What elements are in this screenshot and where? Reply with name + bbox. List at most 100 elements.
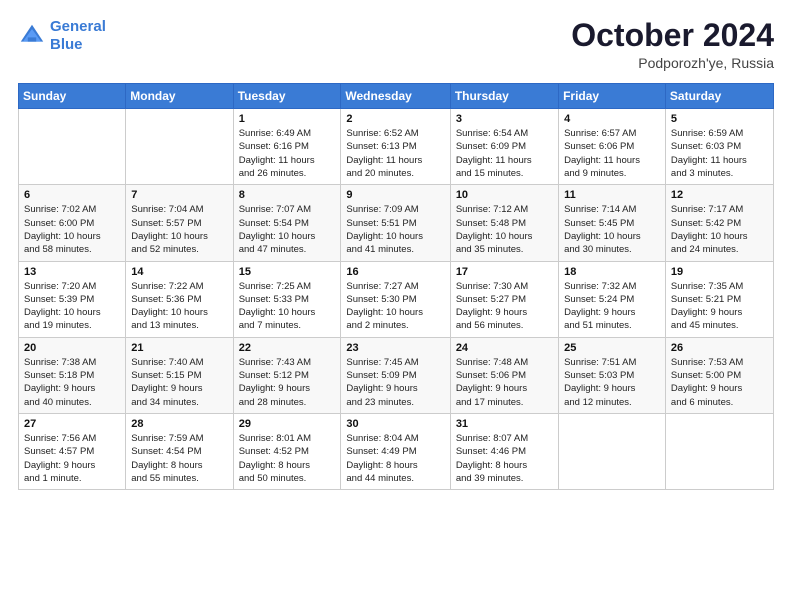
cell-daylight-text: Sunrise: 7:25 AM Sunset: 5:33 PM Dayligh… — [239, 280, 336, 333]
calendar-cell: 8Sunrise: 7:07 AM Sunset: 5:54 PM Daylig… — [233, 185, 341, 261]
cell-daylight-text: Sunrise: 7:12 AM Sunset: 5:48 PM Dayligh… — [456, 203, 553, 256]
calendar-week-row: 6 Sunrise: 7:02 AM Sunset: 6:00 PM Daylig… — [19, 185, 774, 261]
day-number: 25 — [564, 342, 660, 354]
month-title: October 2024 — [571, 18, 774, 53]
day-number: 27 — [24, 418, 120, 430]
calendar-cell: 7Sunrise: 7:04 AM Sunset: 5:57 PM Daylig… — [126, 185, 233, 261]
cell-daylight-text: Sunrise: 7:53 AM Sunset: 5:00 PM Dayligh… — [671, 356, 768, 409]
calendar-cell: 22 Sunrise: 7:43 AM Sunset: 5:12 PM Dayli… — [233, 337, 341, 413]
cell-daylight-text: Sunrise: 7:30 AM Sunset: 5:27 PM Dayligh… — [456, 280, 553, 333]
calendar-cell: 31 Sunrise: 8:07 AM Sunset: 4:46 PM Dayli… — [450, 413, 558, 489]
day-number: 28 — [131, 418, 227, 430]
calendar-header-sunday: Sunday — [19, 84, 126, 109]
day-number: 20 — [24, 342, 120, 354]
calendar-cell: 5Sunrise: 6:59 AM Sunset: 6:03 PM Daylig… — [665, 109, 773, 185]
header: General Blue October 2024 Podporozh'ye, … — [18, 18, 774, 71]
cell-daylight-text: Sunrise: 6:57 AM Sunset: 6:06 PM Dayligh… — [564, 127, 660, 180]
day-number: 8 — [239, 189, 336, 201]
calendar-cell: 9 Sunrise: 7:09 AM Sunset: 5:51 PM Daylig… — [341, 185, 450, 261]
calendar-cell — [19, 109, 126, 185]
calendar-cell: 23 Sunrise: 7:45 AM Sunset: 5:09 PM Dayli… — [341, 337, 450, 413]
page: General Blue October 2024 Podporozh'ye, … — [0, 0, 792, 612]
day-number: 5 — [671, 113, 768, 125]
day-number: 21 — [131, 342, 227, 354]
day-number: 6 — [24, 189, 120, 201]
calendar-cell: 11 Sunrise: 7:14 AM Sunset: 5:45 PM Dayli… — [559, 185, 666, 261]
cell-daylight-text: Sunrise: 7:09 AM Sunset: 5:51 PM Dayligh… — [346, 203, 444, 256]
day-number: 26 — [671, 342, 768, 354]
calendar-cell — [126, 109, 233, 185]
day-number: 15 — [239, 266, 336, 278]
logo-text: General Blue — [50, 18, 106, 54]
cell-daylight-text: Sunrise: 7:14 AM Sunset: 5:45 PM Dayligh… — [564, 203, 660, 256]
cell-daylight-text: Sunrise: 7:56 AM Sunset: 4:57 PM Dayligh… — [24, 432, 120, 485]
calendar-week-row: 13 Sunrise: 7:20 AM Sunset: 5:39 PM Dayli… — [19, 261, 774, 337]
logo-line2: Blue — [50, 36, 83, 53]
calendar-week-row: 27 Sunrise: 7:56 AM Sunset: 4:57 PM Dayli… — [19, 413, 774, 489]
cell-daylight-text: Sunrise: 7:32 AM Sunset: 5:24 PM Dayligh… — [564, 280, 660, 333]
calendar-cell: 1 Sunrise: 6:49 AM Sunset: 6:16 PM Daylig… — [233, 109, 341, 185]
day-number: 23 — [346, 342, 444, 354]
calendar-table: SundayMondayTuesdayWednesdayThursdayFrid… — [18, 83, 774, 490]
cell-daylight-text: Sunrise: 7:27 AM Sunset: 5:30 PM Dayligh… — [346, 280, 444, 333]
day-number: 22 — [239, 342, 336, 354]
day-number: 31 — [456, 418, 553, 430]
cell-daylight-text: Sunrise: 7:43 AM Sunset: 5:12 PM Dayligh… — [239, 356, 336, 409]
calendar-cell: 19Sunrise: 7:35 AM Sunset: 5:21 PM Dayli… — [665, 261, 773, 337]
calendar-cell: 24 Sunrise: 7:48 AM Sunset: 5:06 PM Dayli… — [450, 337, 558, 413]
cell-daylight-text: Sunrise: 8:07 AM Sunset: 4:46 PM Dayligh… — [456, 432, 553, 485]
calendar-week-row: 1 Sunrise: 6:49 AM Sunset: 6:16 PM Daylig… — [19, 109, 774, 185]
day-number: 14 — [131, 266, 227, 278]
calendar-cell: 13 Sunrise: 7:20 AM Sunset: 5:39 PM Dayli… — [19, 261, 126, 337]
cell-daylight-text: Sunrise: 7:48 AM Sunset: 5:06 PM Dayligh… — [456, 356, 553, 409]
calendar-week-row: 20Sunrise: 7:38 AM Sunset: 5:18 PM Dayli… — [19, 337, 774, 413]
calendar-cell: 17 Sunrise: 7:30 AM Sunset: 5:27 PM Dayli… — [450, 261, 558, 337]
day-number: 2 — [346, 113, 444, 125]
calendar-cell: 2 Sunrise: 6:52 AM Sunset: 6:13 PM Daylig… — [341, 109, 450, 185]
logo-line1: General — [50, 18, 106, 35]
calendar-header-thursday: Thursday — [450, 84, 558, 109]
cell-daylight-text: Sunrise: 7:02 AM Sunset: 6:00 PM Dayligh… — [24, 203, 120, 256]
cell-daylight-text: Sunrise: 7:45 AM Sunset: 5:09 PM Dayligh… — [346, 356, 444, 409]
day-number: 16 — [346, 266, 444, 278]
calendar-cell: 15 Sunrise: 7:25 AM Sunset: 5:33 PM Dayli… — [233, 261, 341, 337]
calendar-cell: 12Sunrise: 7:17 AM Sunset: 5:42 PM Dayli… — [665, 185, 773, 261]
cell-daylight-text: Sunrise: 7:22 AM Sunset: 5:36 PM Dayligh… — [131, 280, 227, 333]
day-number: 9 — [346, 189, 444, 201]
calendar-cell: 16 Sunrise: 7:27 AM Sunset: 5:30 PM Dayli… — [341, 261, 450, 337]
day-number: 10 — [456, 189, 553, 201]
cell-daylight-text: Sunrise: 7:40 AM Sunset: 5:15 PM Dayligh… — [131, 356, 227, 409]
day-number: 29 — [239, 418, 336, 430]
calendar-cell: 6 Sunrise: 7:02 AM Sunset: 6:00 PM Daylig… — [19, 185, 126, 261]
day-number: 7 — [131, 189, 227, 201]
cell-daylight-text: Sunrise: 6:52 AM Sunset: 6:13 PM Dayligh… — [346, 127, 444, 180]
calendar-cell: 20Sunrise: 7:38 AM Sunset: 5:18 PM Dayli… — [19, 337, 126, 413]
day-number: 3 — [456, 113, 553, 125]
calendar-header-saturday: Saturday — [665, 84, 773, 109]
day-number: 12 — [671, 189, 768, 201]
calendar-cell: 4 Sunrise: 6:57 AM Sunset: 6:06 PM Daylig… — [559, 109, 666, 185]
logo: General Blue — [18, 18, 106, 54]
cell-daylight-text: Sunrise: 7:20 AM Sunset: 5:39 PM Dayligh… — [24, 280, 120, 333]
calendar-cell: 29 Sunrise: 8:01 AM Sunset: 4:52 PM Dayli… — [233, 413, 341, 489]
cell-daylight-text: Sunrise: 8:01 AM Sunset: 4:52 PM Dayligh… — [239, 432, 336, 485]
cell-daylight-text: Sunrise: 6:49 AM Sunset: 6:16 PM Dayligh… — [239, 127, 336, 180]
day-number: 13 — [24, 266, 120, 278]
title-block: October 2024 Podporozh'ye, Russia — [571, 18, 774, 71]
day-number: 1 — [239, 113, 336, 125]
location: Podporozh'ye, Russia — [571, 55, 774, 71]
day-number: 11 — [564, 189, 660, 201]
calendar-cell — [665, 413, 773, 489]
day-number: 19 — [671, 266, 768, 278]
calendar-header-monday: Monday — [126, 84, 233, 109]
cell-daylight-text: Sunrise: 7:51 AM Sunset: 5:03 PM Dayligh… — [564, 356, 660, 409]
calendar-cell: 28Sunrise: 7:59 AM Sunset: 4:54 PM Dayli… — [126, 413, 233, 489]
day-number: 30 — [346, 418, 444, 430]
day-number: 17 — [456, 266, 553, 278]
calendar-cell: 26 Sunrise: 7:53 AM Sunset: 5:00 PM Dayli… — [665, 337, 773, 413]
calendar-cell: 21 Sunrise: 7:40 AM Sunset: 5:15 PM Dayli… — [126, 337, 233, 413]
day-number: 24 — [456, 342, 553, 354]
day-number: 4 — [564, 113, 660, 125]
calendar-cell: 14 Sunrise: 7:22 AM Sunset: 5:36 PM Dayli… — [126, 261, 233, 337]
cell-daylight-text: Sunrise: 6:54 AM Sunset: 6:09 PM Dayligh… — [456, 127, 553, 180]
